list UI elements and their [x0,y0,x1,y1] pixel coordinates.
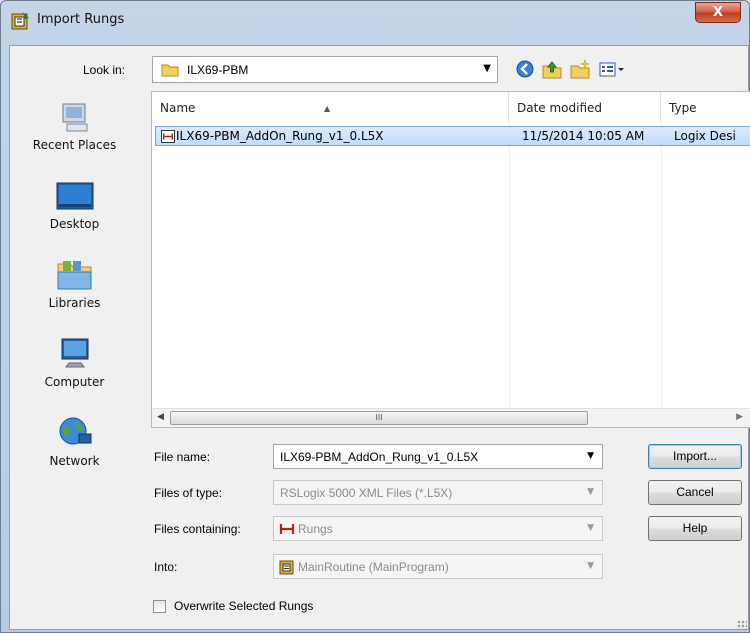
view-menu-icon[interactable] [598,58,626,80]
chevron-down-icon: ▼ [483,63,491,74]
files-containing-label: Files containing: [154,522,241,536]
sort-ascending-icon: ▲ [324,104,331,113]
import-rungs-app-icon [11,12,29,30]
close-button[interactable]: X [695,2,741,23]
chevron-down-icon[interactable]: ▼ [587,451,594,461]
help-button[interactable]: Help [648,516,742,541]
column-header-label: Name [160,101,196,115]
file-date-cell: 11/5/2014 10:05 AM [522,129,645,143]
files-of-type-label: Files of type: [154,486,223,500]
desktop-icon [56,182,93,210]
chevron-down-icon: ▼ [587,561,594,571]
new-folder-icon[interactable] [569,58,591,80]
scroll-right-icon[interactable]: ▶ [736,412,743,422]
look-in-label: Look in: [83,63,126,77]
column-divider [509,122,510,409]
back-icon[interactable] [514,58,536,80]
network-icon [59,417,91,445]
window-title: Import Rungs [37,12,125,27]
up-folder-icon[interactable] [541,58,563,80]
folder-icon [161,64,179,77]
recent-places-icon [62,103,87,132]
file-name-input[interactable]: ILX69-PBM_AddOn_Rung_v1_0.L5X ▼ [273,444,603,469]
libraries-icon [57,261,91,290]
computer-icon [61,338,88,368]
rung-icon [279,524,295,534]
place-label: Desktop [49,217,100,231]
cancel-button[interactable]: Cancel [648,480,742,505]
files-of-type-value: RSLogix 5000 XML Files (*.L5X) [280,486,453,500]
horizontal-scrollbar[interactable]: ◀ III ▶ [152,408,750,427]
resize-grip[interactable] [737,620,747,630]
chevron-down-icon: ▼ [587,523,594,533]
overwrite-label[interactable]: Overwrite Selected Rungs [174,599,313,613]
files-containing-dropdown[interactable]: Rungs ▼ [273,516,603,541]
file-name-value: ILX69-PBM_AddOn_Rung_v1_0.L5X [280,450,479,464]
import-button[interactable]: Import... [648,444,742,469]
place-label: Libraries [48,296,101,310]
file-list-view[interactable]: Name ▲ Date modified Type ILX69-PBM_AddO… [151,91,750,428]
file-name-cell: ILX69-PBM_AddOn_Rung_v1_0.L5X [176,129,384,143]
column-header-name[interactable]: Name ▲ [152,92,509,122]
place-label: Computer [44,375,105,389]
column-header-type[interactable]: Type [661,92,750,122]
file-list-item[interactable]: ILX69-PBM_AddOn_Rung_v1_0.L5X 11/5/2014 … [155,126,750,146]
place-network[interactable]: Network [8,414,141,486]
place-desktop[interactable]: Desktop [8,177,141,249]
overwrite-checkbox[interactable] [153,600,166,613]
scroll-left-icon[interactable]: ◀ [157,412,164,422]
place-label: Network [49,454,100,468]
place-recent-places[interactable]: Recent Places [8,98,141,170]
chevron-down-icon: ▼ [587,487,594,497]
l5x-file-icon [161,130,175,143]
scrollbar-thumb[interactable]: III [170,411,588,425]
into-label: Into: [154,560,178,574]
files-containing-value: Rungs [298,522,333,536]
place-libraries[interactable]: Libraries [8,256,141,328]
title-bar[interactable]: Import Rungs X [1,1,749,43]
look-in-value: ILX69-PBM [187,63,249,77]
files-of-type-dropdown[interactable]: RSLogix 5000 XML Files (*.L5X) ▼ [273,480,603,505]
column-header-date-modified[interactable]: Date modified [509,92,661,122]
file-name-label: File name: [154,450,211,464]
places-bar: Recent Places Desktop Libraries Computer [8,88,141,488]
place-label: Recent Places [32,138,117,152]
look-in-dropdown[interactable]: ILX69-PBM ▼ [152,56,498,83]
into-dropdown[interactable]: MainRoutine (MainProgram) ▼ [273,554,603,579]
routine-icon [279,560,294,575]
place-computer[interactable]: Computer [8,335,141,407]
file-type-cell: Logix Desi [674,129,736,143]
column-divider [661,122,662,409]
into-value: MainRoutine (MainProgram) [298,560,449,574]
